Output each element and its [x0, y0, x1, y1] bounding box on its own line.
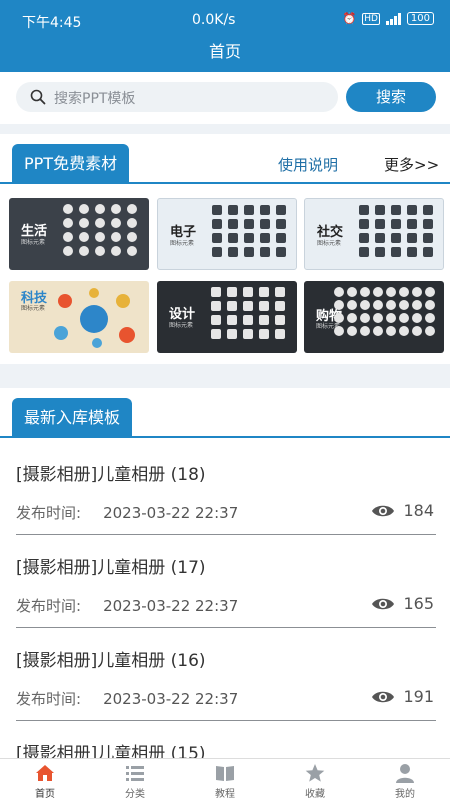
latest-section: 最新入库模板 [摄影相册]儿童相册 (18) 发布时间: 2023-03-22 2… [0, 388, 450, 758]
search-icon [30, 89, 46, 105]
book-icon [216, 766, 234, 781]
eye-icon [372, 505, 395, 516]
view-count: 184 [403, 501, 434, 520]
network-speed: 0.0K/s [192, 12, 236, 28]
social-icons [359, 205, 441, 257]
date-label: 发布时间: [16, 597, 82, 615]
item-title: [摄影相册]儿童相册 (18) [16, 465, 206, 485]
tile-subtitle: 图标元素 [317, 240, 342, 247]
item-date: 2023-03-22 22:37 [103, 690, 239, 708]
tab-label: 首页 [35, 789, 55, 800]
item-title: [摄影相册]儿童相册 (15) [16, 744, 206, 758]
latest-divider [0, 436, 450, 438]
home-icon [36, 765, 54, 781]
date-label: 发布时间: [16, 690, 82, 708]
tab-favorites[interactable]: 收藏 [270, 759, 360, 800]
date-label: 发布时间: [16, 504, 82, 522]
tile-subtitle: 图标元素 [21, 239, 46, 246]
latest-section-title: 最新入库模板 [12, 398, 133, 438]
list-item[interactable]: [摄影相册]儿童相册 (15) [16, 721, 436, 758]
tile-shopping[interactable]: 购物 图标元素 [304, 281, 444, 353]
search-bar: 搜索PPT模板 搜索 [0, 72, 450, 124]
tile-life[interactable]: 生活 图标元素 [9, 198, 149, 270]
eye-icon [372, 598, 395, 609]
item-views: 165 [371, 594, 434, 613]
list-item[interactable]: [摄影相册]儿童相册 (17) 发布时间: 2023-03-22 22:37 16… [16, 535, 436, 628]
list-icon [126, 766, 144, 781]
help-link[interactable]: 使用说明 [278, 154, 338, 175]
item-views: 191 [371, 687, 434, 706]
list-item[interactable]: [摄影相册]儿童相册 (16) 发布时间: 2023-03-22 22:37 19… [16, 628, 436, 721]
tab-home[interactable]: 首页 [0, 759, 90, 800]
view-count: 165 [403, 594, 434, 613]
materials-section-title: PPT免费素材 [12, 144, 130, 184]
signal-icon [385, 12, 401, 25]
search-input[interactable]: 搜索PPT模板 [16, 82, 338, 112]
item-title: [摄影相册]儿童相册 (16) [16, 651, 206, 671]
view-count: 191 [403, 687, 434, 706]
tile-social[interactable]: 社交 图标元素 [304, 198, 444, 270]
item-meta: 发布时间: 2023-03-22 22:37 [16, 688, 238, 709]
user-icon [396, 764, 414, 783]
search-placeholder: 搜索PPT模板 [54, 91, 136, 107]
hd-icon: HD [362, 12, 380, 25]
tile-electronics[interactable]: 电子 图标元素 [157, 198, 297, 270]
electronics-icons [212, 205, 294, 257]
tile-tech[interactable]: 科技 图标元素 [9, 281, 149, 353]
tile-subtitle: 图标元素 [21, 305, 46, 312]
bottom-tab-bar: 首页 分类 教程 收藏 我的 [0, 758, 450, 800]
tab-tutorial[interactable]: 教程 [180, 759, 270, 800]
tab-label: 我的 [395, 789, 415, 800]
tab-profile[interactable]: 我的 [360, 759, 450, 800]
tile-subtitle: 图标元素 [170, 240, 195, 247]
search-button[interactable]: 搜索 [346, 82, 436, 112]
item-title: [摄影相册]儿童相册 (17) [16, 558, 206, 578]
materials-divider [0, 182, 450, 184]
item-views: 184 [371, 501, 434, 520]
life-icons [63, 204, 145, 256]
status-icons: ⏰ HD 100 [342, 12, 434, 25]
materials-section: PPT免费素材 使用说明 更多>> 生活 图标元素 电子 图标元素 社交 图标元… [0, 134, 450, 364]
shopping-icons [334, 287, 442, 336]
tab-label: 教程 [215, 789, 235, 800]
page-title: 首页 [208, 42, 241, 61]
tile-design[interactable]: 设计 图标元素 [157, 281, 297, 353]
tab-label: 收藏 [305, 789, 325, 800]
more-link[interactable]: 更多>> [384, 154, 439, 175]
item-date: 2023-03-22 22:37 [103, 504, 239, 522]
item-meta: 发布时间: 2023-03-22 22:37 [16, 502, 238, 523]
alarm-icon: ⏰ [342, 12, 357, 25]
status-time: 下午4:45 [22, 15, 82, 31]
tab-label: 分类 [125, 789, 145, 800]
star-icon [305, 764, 325, 782]
battery-icon: 100 [406, 12, 434, 25]
design-icons [211, 287, 293, 339]
tile-subtitle: 图标元素 [169, 322, 194, 329]
item-meta: 发布时间: 2023-03-22 22:37 [16, 595, 238, 616]
nav-bar: 首页 [0, 36, 450, 72]
eye-icon [372, 691, 395, 702]
tech-illustration [54, 288, 135, 348]
item-date: 2023-03-22 22:37 [103, 597, 239, 615]
list-item[interactable]: [摄影相册]儿童相册 (18) 发布时间: 2023-03-22 22:37 18… [16, 442, 436, 535]
status-bar: 下午4:45 0.0K/s ⏰ HD 100 [0, 0, 450, 36]
tab-category[interactable]: 分类 [90, 759, 180, 800]
